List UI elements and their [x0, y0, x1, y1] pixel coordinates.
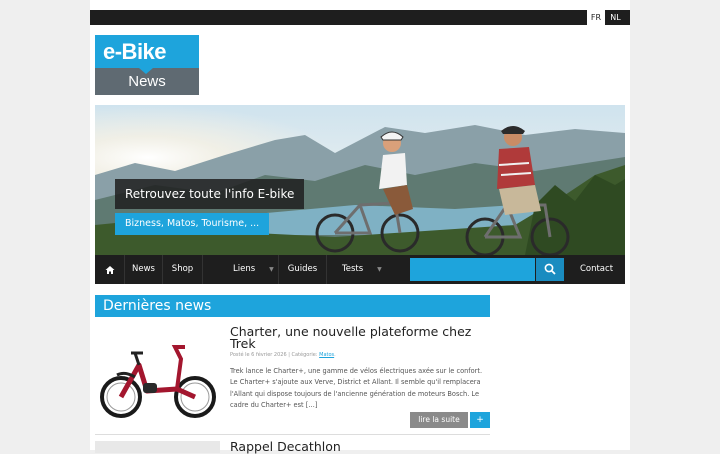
read-more-plus-button[interactable]: +	[470, 412, 490, 428]
nav-tests-label: Tests	[342, 264, 364, 274]
read-more-button[interactable]: lire la suite	[410, 412, 468, 428]
search-input[interactable]	[410, 258, 535, 281]
article-title[interactable]: Charter, une nouvelle plateforme chez Tr…	[230, 325, 490, 350]
nav-liens-label: Liens	[233, 264, 256, 274]
site-logo[interactable]: e-Bike News	[95, 35, 199, 95]
language-fr-link[interactable]: FR	[587, 10, 605, 25]
logo-top-text: e-Bike	[95, 35, 199, 68]
article-category-link[interactable]: Matos	[319, 352, 334, 358]
language-nl-link[interactable]: NL	[606, 10, 625, 25]
nav-shop[interactable]: Shop	[163, 255, 203, 284]
article-image-2[interactable]	[95, 441, 220, 453]
logo-notch	[139, 68, 153, 74]
chevron-down-icon: ▼	[377, 266, 382, 273]
article-title-2[interactable]: Rappel Decathlon	[230, 439, 341, 454]
chevron-down-icon: ▼	[269, 266, 274, 273]
nav-tests[interactable]: Tests ▼	[327, 255, 387, 284]
nav-liens[interactable]: Liens ▼	[203, 255, 279, 284]
search-icon	[544, 263, 556, 275]
top-bar	[90, 10, 630, 25]
search-button[interactable]	[536, 258, 564, 281]
nav-home[interactable]	[95, 255, 125, 284]
nav-guides[interactable]: Guides	[279, 255, 327, 284]
home-icon	[105, 266, 114, 274]
section-title: Dernières news	[95, 295, 490, 317]
hero-title: Retrouvez toute l'info E-bike	[115, 179, 305, 209]
article-meta-suffix: .	[334, 352, 336, 358]
nav-contact[interactable]: Contact	[568, 255, 625, 284]
article-date: Posté le 6 février 2026 | Catégorie:	[230, 352, 320, 358]
article-meta: Posté le 6 février 2026 | Catégorie: Mat…	[230, 352, 336, 358]
nav-news[interactable]: News	[125, 255, 163, 284]
article-excerpt: Trek lance le Charter+, une gamme de vél…	[230, 367, 483, 409]
article-image-bike[interactable]	[95, 325, 220, 425]
article-divider	[95, 434, 490, 435]
hero-subtitle: Bizness, Matos, Tourisme, ...	[115, 213, 270, 235]
